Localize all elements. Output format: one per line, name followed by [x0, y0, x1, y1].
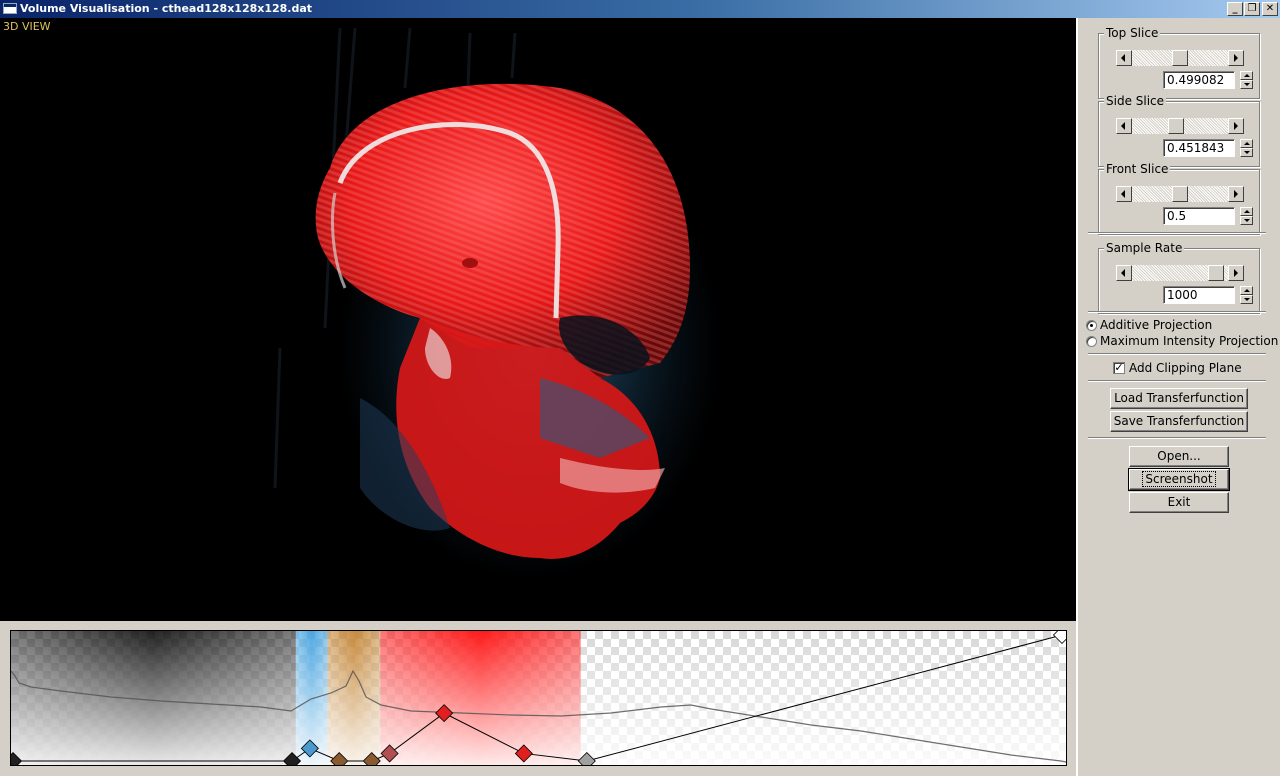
screenshot-button-label: Screenshot [1142, 471, 1216, 487]
sample-rate-right-arrow[interactable] [1228, 265, 1244, 281]
side-slice-input[interactable]: 0.451843 [1163, 139, 1235, 157]
top-slice-slider[interactable] [1116, 50, 1244, 66]
top-slice-left-arrow[interactable] [1116, 50, 1132, 66]
clipping-plane-label[interactable]: Add Clipping Plane [1129, 361, 1242, 375]
transfer-function-panel [0, 627, 1076, 776]
separator [1088, 437, 1266, 439]
sample-rate-label: Sample Rate [1104, 241, 1185, 255]
top-slice-input[interactable]: 0.499082 [1163, 71, 1235, 89]
screenshot-button[interactable]: Screenshot [1128, 468, 1230, 491]
front-slice-right-arrow[interactable] [1228, 186, 1244, 202]
side-slice-slider[interactable] [1116, 118, 1244, 134]
separator [1088, 353, 1266, 355]
save-transferfunction-button[interactable]: Save Transferfunction [1110, 411, 1248, 432]
side-slice-spinner[interactable] [1240, 139, 1253, 157]
top-slice-thumb[interactable] [1172, 50, 1188, 66]
sample-rate-slider[interactable] [1116, 265, 1244, 281]
top-slice-label: Top Slice [1104, 26, 1161, 40]
restore-button[interactable]: ❐ [1244, 2, 1260, 16]
top-slice-spinner[interactable] [1240, 71, 1253, 89]
view-label: 3D VIEW [3, 20, 51, 33]
window-icon [3, 3, 17, 14]
title-bar: Volume Visualisation - cthead128x128x128… [0, 0, 1280, 18]
clipping-plane-checkbox[interactable]: ✓ [1113, 362, 1125, 374]
front-slice-slider[interactable] [1116, 186, 1244, 202]
3d-view[interactable]: 3D VIEW [0, 18, 1076, 621]
side-slice-group: Side Slice 0.451843 [1098, 94, 1260, 167]
mip-projection-radio[interactable] [1086, 336, 1097, 347]
minimize-button[interactable]: _ [1227, 2, 1243, 16]
separator [1088, 311, 1266, 313]
top-slice-group: Top Slice 0.499082 [1098, 26, 1260, 99]
side-slice-left-arrow[interactable] [1116, 118, 1132, 134]
front-slice-thumb[interactable] [1172, 186, 1188, 202]
sample-rate-spinner[interactable] [1240, 286, 1253, 304]
side-slice-right-arrow[interactable] [1228, 118, 1244, 134]
transfer-function-editor[interactable] [10, 630, 1067, 766]
front-slice-left-arrow[interactable] [1116, 186, 1132, 202]
front-slice-spinner[interactable] [1240, 207, 1253, 225]
transfer-function-canvas[interactable] [11, 631, 1066, 765]
sample-rate-thumb[interactable] [1208, 265, 1224, 281]
exit-button[interactable]: Exit [1129, 492, 1229, 513]
window-title: Volume Visualisation - cthead128x128x128… [20, 2, 313, 15]
volume-render [273, 27, 720, 578]
front-slice-group: Front Slice 0.5 [1098, 162, 1260, 235]
mip-projection-label[interactable]: Maximum Intensity Projection [1100, 334, 1278, 348]
control-panel: Top Slice 0.499082 Side Slice 0.451843 F… [1076, 18, 1280, 776]
close-button[interactable]: ✕ [1262, 2, 1278, 16]
additive-projection-radio[interactable] [1086, 320, 1097, 331]
load-transferfunction-button[interactable]: Load Transferfunction [1110, 388, 1248, 409]
sample-rate-input[interactable]: 1000 [1163, 286, 1235, 304]
sample-rate-group: Sample Rate 1000 [1098, 241, 1260, 314]
side-slice-label: Side Slice [1104, 94, 1167, 108]
additive-projection-label[interactable]: Additive Projection [1100, 318, 1212, 332]
side-slice-thumb[interactable] [1168, 118, 1184, 134]
separator [1088, 232, 1266, 234]
top-slice-right-arrow[interactable] [1228, 50, 1244, 66]
separator [1088, 380, 1266, 382]
open-button[interactable]: Open... [1129, 446, 1229, 467]
front-slice-input[interactable]: 0.5 [1163, 207, 1235, 225]
sample-rate-left-arrow[interactable] [1116, 265, 1132, 281]
front-slice-label: Front Slice [1104, 162, 1171, 176]
